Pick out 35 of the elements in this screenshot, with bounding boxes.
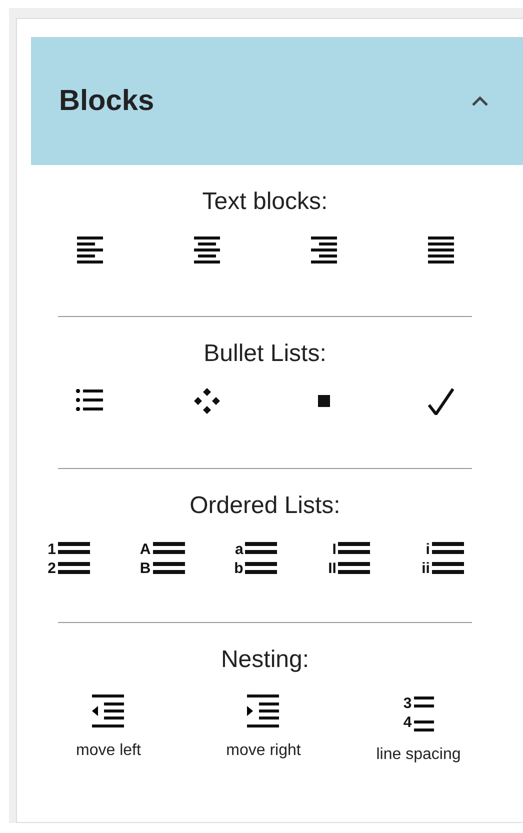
move-left-button[interactable]: [92, 694, 124, 728]
panel-title: Blocks: [59, 84, 154, 118]
ordered-list-button[interactable]: a b: [234, 540, 278, 578]
section-heading: Bullet Lists:: [202, 339, 328, 369]
section-heading: Text blocks:: [201, 187, 329, 217]
justify-button[interactable]: [428, 236, 454, 264]
square-bullet-icon: [318, 395, 330, 407]
ordered-list-button[interactable]: i ii: [422, 540, 464, 578]
button-caption: move left: [76, 742, 141, 760]
check-icon: [428, 388, 454, 415]
move-right-button[interactable]: [247, 694, 280, 728]
diamond-bullets-icon: [194, 388, 220, 414]
ordered-list-button[interactable]: I II: [328, 540, 370, 578]
indent-icon: [247, 694, 280, 728]
panel-header[interactable]: Blocks: [31, 37, 523, 165]
check-bullets-button[interactable]: [428, 388, 454, 415]
align-left-button[interactable]: [76, 236, 102, 264]
chevron-up-icon[interactable]: [471, 95, 489, 107]
line-spacing-button[interactable]: 3 4: [403, 694, 434, 732]
ordered-list-button[interactable]: A B: [140, 540, 185, 578]
align-right-icon: [310, 236, 336, 264]
align-left-icon: [76, 236, 102, 264]
ordered-list-button[interactable]: 1 2: [48, 540, 90, 578]
bullet-list-button[interactable]: [76, 388, 103, 412]
bullet-list-icon: [76, 388, 103, 412]
button-caption: line spacing: [376, 746, 461, 764]
align-right-button[interactable]: [310, 236, 336, 264]
outdent-icon: [92, 694, 124, 728]
section-heading: Nesting:: [220, 645, 310, 675]
section-heading: Ordered Lists:: [188, 491, 342, 521]
diamond-bullets-button[interactable]: [194, 388, 220, 414]
button-caption: move right: [226, 742, 301, 760]
align-center-icon: [194, 236, 220, 264]
align-center-button[interactable]: [194, 236, 220, 264]
justify-icon: [428, 236, 454, 264]
